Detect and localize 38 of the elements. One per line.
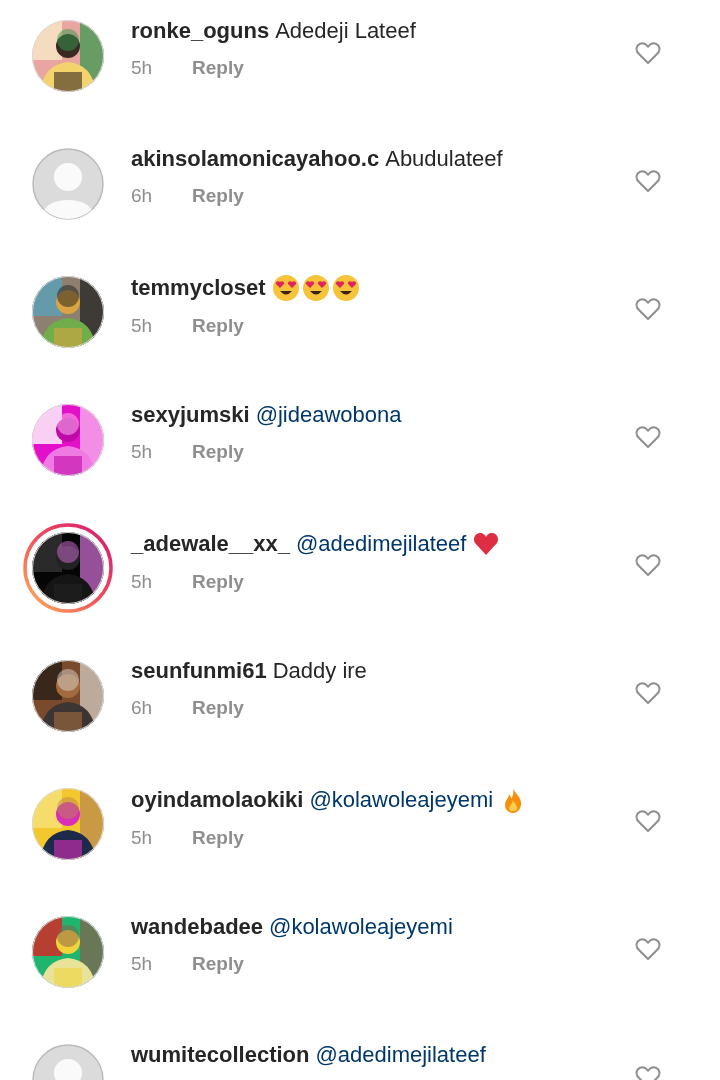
- timestamp: 5h: [131, 441, 154, 463]
- comment-text: Daddy ire: [272, 658, 367, 684]
- timestamp: 6h: [131, 185, 154, 207]
- timestamp: 5h: [131, 953, 154, 975]
- like-heart-icon[interactable]: [635, 41, 661, 65]
- username[interactable]: _adewale__xx_: [131, 531, 291, 557]
- like-heart-icon[interactable]: [635, 169, 661, 193]
- username[interactable]: wumitecollection: [131, 1042, 310, 1068]
- like-heart-icon[interactable]: [635, 297, 661, 321]
- comment-text: Abudulateef: [385, 146, 503, 172]
- mention-link[interactable]: @adedimejilateef: [315, 1042, 486, 1068]
- mention-link[interactable]: @jideawobona: [255, 402, 402, 428]
- heart-eyes-emoji-icon: [301, 274, 330, 302]
- username[interactable]: oyindamolaokiki: [131, 787, 304, 813]
- username[interactable]: wandebadee: [131, 914, 264, 940]
- username[interactable]: temmycloset: [131, 275, 266, 301]
- mention-link[interactable]: @kolawoleajeyemi: [309, 787, 494, 813]
- timestamp: 5h: [131, 315, 154, 337]
- story-ring[interactable]: [23, 523, 113, 613]
- timestamp: 5h: [131, 827, 154, 849]
- username[interactable]: akinsolamonicayahoo.c: [131, 146, 380, 172]
- timestamp: 5h: [131, 57, 154, 79]
- username[interactable]: ronke_oguns: [131, 18, 270, 44]
- like-heart-icon[interactable]: [635, 553, 661, 577]
- heart-eyes-emoji-icon: [271, 274, 300, 302]
- timestamp: 6h: [131, 697, 154, 719]
- mention-link[interactable]: @adedimejilateef: [296, 531, 467, 557]
- heart-eyes-emoji-icon: [331, 274, 360, 302]
- like-heart-icon[interactable]: [635, 681, 661, 705]
- mention-link[interactable]: @kolawoleajeyemi: [269, 914, 453, 940]
- avatar-placeholder-icon: [32, 148, 104, 220]
- like-heart-icon[interactable]: [635, 809, 661, 833]
- username[interactable]: sexyjumski: [131, 402, 250, 428]
- like-heart-icon[interactable]: [635, 425, 661, 449]
- timestamp: 5h: [131, 571, 154, 593]
- comment-text: Adedeji Lateef: [275, 18, 416, 44]
- username[interactable]: seunfunmi61: [131, 658, 267, 684]
- like-heart-icon[interactable]: [635, 937, 661, 961]
